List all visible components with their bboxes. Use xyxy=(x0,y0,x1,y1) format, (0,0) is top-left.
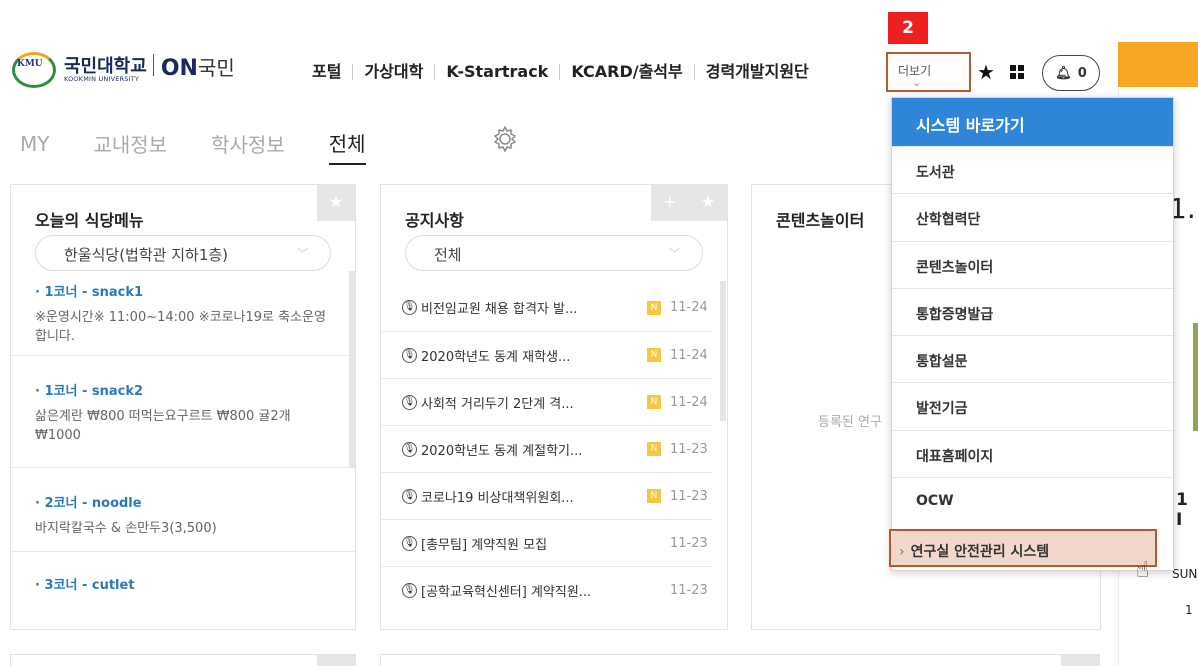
nav-kcard[interactable]: KCARD/출석부 xyxy=(559,64,693,80)
chevron-down-icon: ⌄ xyxy=(912,76,922,89)
dropdown-item-development-fund[interactable]: 발전기금 xyxy=(892,382,1173,429)
notification-button[interactable]: 🔔︎ 0 xyxy=(1042,55,1100,91)
list-item[interactable]: 🎙︎ 코로나19 비상대책위원회... N 11-23 xyxy=(382,472,712,519)
dropdown-item-lab-safety[interactable]: › 연구실 안전관리 시스템 xyxy=(889,529,1157,567)
list-item[interactable]: 🎙︎ 2020학년도 동계 재학생... N 11-24 xyxy=(382,331,712,378)
list-item[interactable]: 🎙︎ 비전임교원 채용 합격자 발... N 11-24 xyxy=(382,284,712,331)
nav-kstartrack[interactable]: K-Startrack xyxy=(434,64,559,80)
dropdown-header: 시스템 바로가기 xyxy=(892,98,1173,146)
list-item[interactable]: 🎙︎ [공학교육혁신센터] 계약직원... 11-23 xyxy=(382,566,712,613)
panel-title: 공지사항 xyxy=(405,211,464,230)
hand-cursor-icon: ☝︎ xyxy=(1136,558,1150,583)
plus-icon[interactable]: + xyxy=(651,185,689,221)
list-item: · 2코너 - noodle 바지락칼국수 & 손만두3(3,500) xyxy=(11,467,356,551)
more-button[interactable]: 더보기 ⌄ xyxy=(886,52,971,92)
menu-list: · 1코너 - snack1 ※운영시간※ 11:00~14:00 ※코로나19… xyxy=(11,261,356,601)
list-item[interactable]: 🎙︎ [총무팀] 계약직원 모집 11-23 xyxy=(382,519,712,566)
mic-icon: 🎙︎ xyxy=(402,441,417,457)
dropdown-item-certificates[interactable]: 통합증명발급 xyxy=(892,287,1173,335)
favorite-star-icon[interactable] xyxy=(317,655,355,666)
chevron-down-icon: ﹀ xyxy=(297,247,308,260)
chevron-right-icon: › xyxy=(899,544,905,560)
favorite-star-icon[interactable] xyxy=(1061,655,1099,666)
mic-icon: 🎙︎ xyxy=(402,347,417,363)
university-logo[interactable]: KMU 국민대학교 KOOKMIN UNIVERSITY ON국민 xyxy=(10,50,235,90)
dropdown-item-ocw[interactable]: OCW xyxy=(892,477,1173,524)
list-item[interactable]: 🎙︎ 사회적 거리두기 2단계 격... N 11-24 xyxy=(382,378,712,425)
top-nav: 포털 가상대학 K-Startrack KCARD/출석부 경력개발지원단 xyxy=(312,64,820,80)
calendar-fragment-mid: 1 I xyxy=(1176,490,1188,530)
favorite-star-icon[interactable]: ★ xyxy=(317,185,355,221)
nav-virtual-univ[interactable]: 가상대학 xyxy=(352,64,434,80)
mic-icon: 🎙︎ xyxy=(402,394,417,410)
list-item[interactable]: 🎙︎ 2020학년도 동계 계절학기... N 11-23 xyxy=(382,425,712,472)
gear-icon[interactable] xyxy=(490,124,520,154)
panel-title: 콘텐츠놀이터 xyxy=(776,211,865,230)
bell-icon: 🔔︎ xyxy=(1055,65,1072,81)
new-badge: N xyxy=(647,395,661,409)
tab-campus-info[interactable]: 교내정보 xyxy=(93,129,167,164)
scrollbar[interactable] xyxy=(349,271,355,467)
calendar-date: 1 xyxy=(1185,603,1193,617)
logo-subtitle: KOOKMIN UNIVERSITY xyxy=(64,74,140,83)
bottom-panel xyxy=(10,654,356,666)
scrollbar[interactable] xyxy=(720,281,726,421)
dropdown-item-survey[interactable]: 통합설문 xyxy=(892,335,1173,382)
new-badge: N xyxy=(647,348,661,362)
main-tabs: MY 교내정보 학사정보 전체 xyxy=(20,128,410,165)
new-badge: N xyxy=(647,489,661,503)
mic-icon: 🎙︎ xyxy=(402,300,417,315)
on-kookmin-logo: ON국민 xyxy=(160,55,235,81)
new-badge: N xyxy=(647,300,661,315)
bottom-panel xyxy=(380,654,1100,666)
new-badge: N xyxy=(647,442,661,456)
dropdown-item-contents[interactable]: 콘텐츠놀이터 xyxy=(892,240,1173,288)
grid-menu-icon[interactable] xyxy=(1010,65,1024,79)
notice-filter-select[interactable]: 전체 ﹀ xyxy=(405,235,703,271)
nav-career[interactable]: 경력개발지원단 xyxy=(693,64,820,80)
tab-my[interactable]: MY xyxy=(20,132,49,162)
dropdown-item-library[interactable]: 도서관 xyxy=(892,146,1173,193)
empty-message: 등록된 연구 xyxy=(818,415,882,430)
list-item: · 1코너 - snack1 ※운영시간※ 11:00~14:00 ※코로나19… xyxy=(35,285,326,344)
step-badge: 2 xyxy=(888,12,928,44)
cafeteria-panel: 오늘의 식당메뉴 ★ 한울식당(법학관 지하1층) ﹀ · 1코너 - snack… xyxy=(10,184,356,630)
notification-count: 0 xyxy=(1077,65,1087,81)
mic-icon: 🎙︎ xyxy=(402,582,417,598)
logo-name: 국민대학교 xyxy=(64,55,147,77)
system-shortcut-dropdown: 시스템 바로가기 도서관 산학협력단 콘텐츠놀이터 통합증명발급 통합설문 발전… xyxy=(889,97,1174,571)
tab-academic-info[interactable]: 학사정보 xyxy=(211,129,285,164)
logo-divider xyxy=(152,54,154,76)
star-icon[interactable]: ★ xyxy=(977,60,995,84)
dropdown-item-homepage[interactable]: 대표홈페이지 xyxy=(892,429,1173,477)
kmu-emblem-icon: KMU xyxy=(10,50,58,90)
panel-title: 오늘의 식당메뉴 xyxy=(35,211,144,230)
calendar-day-sun: SUN xyxy=(1172,567,1198,581)
mic-icon: 🎙︎ xyxy=(402,488,417,504)
chevron-down-icon: ﹀ xyxy=(669,247,680,260)
list-item: · 1코너 - snack2 삶은계란 ₩800 떠먹는요구르트 ₩800 귤2… xyxy=(11,355,356,467)
list-item: · 3코너 - cutlet xyxy=(11,551,356,601)
calendar-image-fragment xyxy=(1193,323,1198,431)
dropdown-item-industry-cooperation[interactable]: 산학협력단 xyxy=(892,193,1173,240)
mic-icon: 🎙︎ xyxy=(402,535,417,551)
side-banner xyxy=(1118,42,1198,87)
nav-portal[interactable]: 포털 xyxy=(312,64,352,80)
tab-all[interactable]: 전체 xyxy=(328,128,366,165)
favorite-star-icon[interactable]: ★ xyxy=(689,185,727,221)
